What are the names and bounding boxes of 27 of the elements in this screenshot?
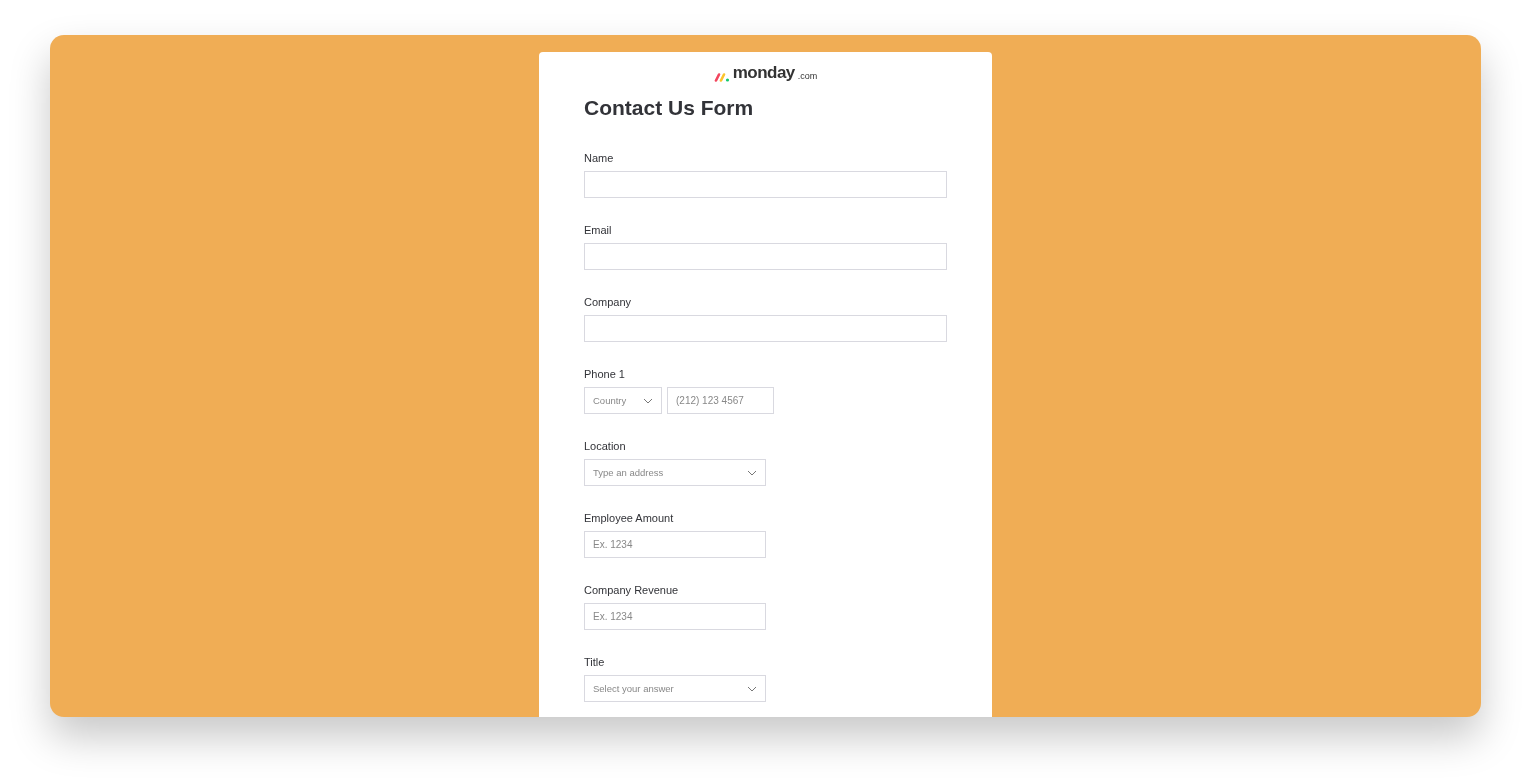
logo-name: monday: [732, 64, 795, 82]
country-dropdown[interactable]: Country: [584, 387, 662, 414]
logo-icon: [713, 73, 730, 82]
field-label: Location: [584, 440, 627, 453]
field-label: Company: [584, 296, 633, 309]
field-label: Company Revenue: [584, 584, 680, 597]
chevron-down-icon: [747, 469, 757, 476]
field-label: Name: [584, 152, 615, 165]
text-field[interactable]: [584, 315, 947, 342]
chevron-down-icon: [747, 685, 757, 692]
select-dropdown[interactable]: Select your answer: [584, 675, 766, 702]
number-field[interactable]: Ex. 1234: [584, 531, 766, 558]
field-label: Employee Amount: [584, 512, 675, 525]
placeholder-text: Country: [593, 395, 627, 406]
field-label: Email: [584, 224, 613, 237]
logo-suffix: .com: [797, 70, 818, 82]
chevron-down-icon: [643, 397, 653, 404]
field-label: Title: [584, 656, 606, 669]
number-field[interactable]: Ex. 1234: [584, 603, 766, 630]
text-field[interactable]: [584, 243, 947, 270]
placeholder-text: Select your answer: [593, 683, 674, 694]
phone-field[interactable]: (212) 123 4567: [667, 387, 774, 414]
placeholder-text: Type an address: [593, 467, 664, 478]
text-field[interactable]: [584, 171, 947, 198]
field-label: Phone 1: [584, 368, 626, 381]
form-title: Contact Us Form: [584, 96, 755, 120]
select-dropdown[interactable]: Type an address: [584, 459, 766, 486]
